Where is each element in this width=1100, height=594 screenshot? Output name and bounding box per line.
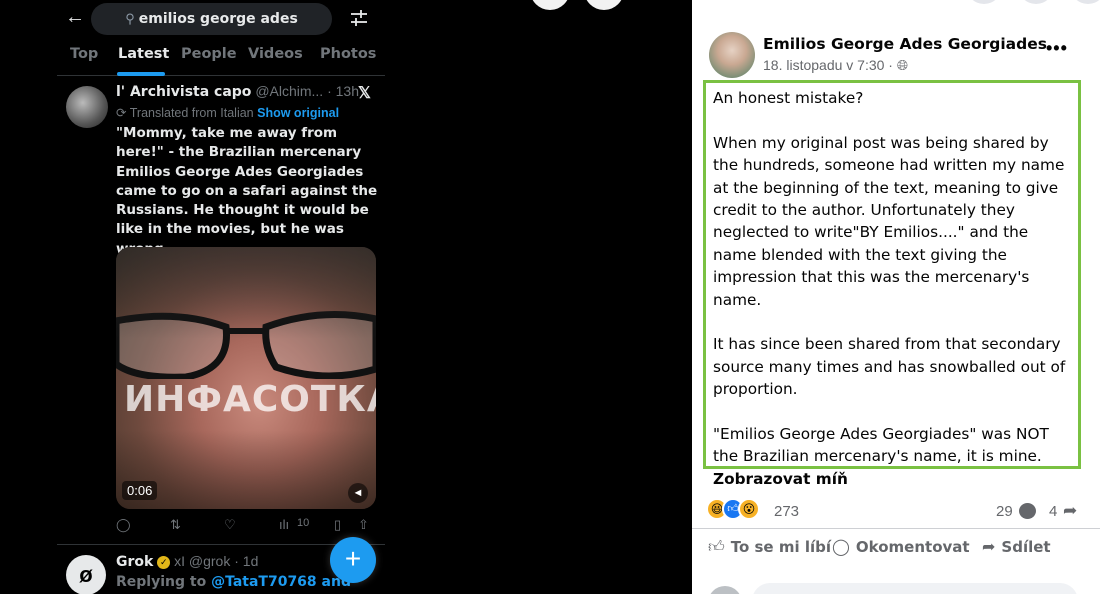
window-control[interactable] bbox=[966, 0, 1002, 4]
wow-reaction-icon: 😮︎ bbox=[738, 498, 760, 520]
search-input[interactable]: ⚲ emilios george ades bbox=[91, 3, 332, 35]
comments-count[interactable]: 29 bbox=[996, 503, 1013, 520]
reply-mention-link[interactable]: @TataT70768 and bbox=[211, 574, 351, 590]
tweet-text: "Mommy, take me away from here!" - the B… bbox=[116, 125, 378, 257]
thumbs-up-icon: 👍︎ bbox=[708, 537, 725, 556]
comment-label: Okomentovat bbox=[855, 538, 970, 556]
comment-composer bbox=[692, 574, 1100, 594]
grok-x-icon[interactable]: 𝕏 bbox=[358, 83, 371, 103]
like-icon[interactable]: ♡ bbox=[224, 517, 236, 533]
filter-sliders-icon[interactable] bbox=[349, 8, 369, 28]
post-paragraph: It has since been shared from that secon… bbox=[713, 335, 1066, 399]
x-topbar: ← ⚲ emilios george ades bbox=[57, 0, 385, 40]
retweet-icon[interactable]: ⇅ bbox=[170, 517, 181, 533]
back-arrow-icon[interactable]: ← bbox=[65, 6, 85, 29]
active-tab-indicator bbox=[117, 72, 165, 76]
share-icon[interactable]: ⇧ bbox=[358, 517, 369, 533]
grok-logo-icon: xI bbox=[174, 553, 185, 569]
avatar[interactable] bbox=[66, 86, 108, 128]
author-name[interactable]: Emilios George Ades Georgiades bbox=[763, 35, 1047, 53]
translated-label: Translated from Italian bbox=[129, 106, 254, 120]
post-timestamp[interactable]: 18. listopadu v 7:30 · bbox=[763, 57, 893, 73]
post-paragraph: An honest mistake? bbox=[713, 89, 864, 107]
comment-bubble-icon bbox=[1019, 503, 1036, 519]
more-options-icon[interactable]: ••• bbox=[1046, 38, 1068, 59]
bookmark-icon[interactable]: ▯ bbox=[334, 517, 341, 533]
share-icon: ➦ bbox=[982, 537, 996, 556]
comment-icon: ◯ bbox=[832, 537, 850, 556]
show-original-link[interactable]: Show original bbox=[257, 106, 339, 120]
share-arrow-icon: ➦ bbox=[1063, 501, 1078, 520]
globe-icon: 🌐︎ bbox=[896, 57, 909, 73]
post-action-bar: 👍︎ To se mi líbí ◯ Okomentovat ➦ Sdílet bbox=[692, 528, 1100, 568]
tweet-header: l' Archivista capo @Alchim... · 13h bbox=[116, 83, 381, 100]
reply-icon[interactable]: ◯ bbox=[116, 517, 131, 533]
comment-button[interactable]: ◯ Okomentovat bbox=[832, 537, 970, 556]
compose-button[interactable]: + bbox=[330, 537, 376, 583]
author-name[interactable]: l' Archivista capo bbox=[116, 84, 251, 100]
tab-top[interactable]: Top bbox=[70, 46, 98, 62]
search-tabs: Top Latest People Videos Photos bbox=[57, 44, 385, 76]
post-paragraph: "Emilios George Ades Georgiades" was NOT… bbox=[713, 425, 1049, 466]
post-paragraph: When my original post was being shared b… bbox=[713, 133, 1065, 309]
views-icon[interactable]: ılı bbox=[279, 517, 289, 532]
author-name[interactable]: Grok bbox=[116, 554, 153, 570]
like-label: To se mi líbí bbox=[730, 538, 831, 556]
tweet-header: Grok ✓ xI @grok · 1d bbox=[116, 553, 258, 570]
post-text-highlight: An honest mistake? When my original post… bbox=[703, 80, 1081, 488]
window-control[interactable] bbox=[1070, 0, 1100, 4]
video-duration: 0:06 bbox=[122, 481, 158, 500]
video-watermark: ИНФАСОТКА bbox=[124, 379, 376, 420]
window-control[interactable] bbox=[584, 0, 624, 10]
reply-prefix: Replying to bbox=[116, 574, 207, 590]
comment-input[interactable] bbox=[752, 583, 1078, 594]
share-button[interactable]: ➦ Sdílet bbox=[982, 537, 1051, 556]
tweet-time: · 1d bbox=[234, 553, 259, 569]
window-control[interactable] bbox=[1018, 0, 1054, 4]
grok-avatar[interactable]: ø bbox=[66, 555, 106, 594]
post-date[interactable]: 18. listopadu v 7:30 · 🌐︎ bbox=[763, 57, 908, 74]
tweet-actions: ◯ ⇅ ♡ ılı 10 ▯ ⇧ bbox=[116, 517, 384, 535]
like-button[interactable]: 👍︎ To se mi líbí bbox=[708, 537, 831, 557]
current-user-avatar[interactable] bbox=[708, 586, 742, 594]
shares-count[interactable]: 4 bbox=[1049, 503, 1057, 520]
views-count: 10 bbox=[297, 517, 310, 529]
tab-videos[interactable]: Videos bbox=[248, 46, 303, 62]
translate-icon: ⟳ bbox=[116, 106, 127, 120]
reactions-count[interactable]: 273 bbox=[774, 503, 799, 520]
window-control[interactable] bbox=[530, 0, 570, 10]
search-icon: ⚲ bbox=[125, 11, 135, 26]
author-handle: @grok bbox=[188, 553, 231, 569]
video-shade bbox=[116, 247, 376, 509]
tab-latest[interactable]: Latest bbox=[118, 46, 169, 62]
tweet-video[interactable]: ИНФАСОТКА 0:06 ◄ bbox=[116, 247, 376, 509]
tweet-time: · 13h bbox=[327, 83, 360, 99]
author-handle: @Alchim... bbox=[255, 83, 324, 99]
post-text: An honest mistake? When my original post… bbox=[713, 87, 1075, 490]
share-label: Sdílet bbox=[1001, 538, 1051, 556]
x-search-results-pane: ← ⚲ emilios george ades Top Latest Peopl… bbox=[57, 0, 385, 594]
translation-notice: ⟳ Translated from Italian Show original bbox=[116, 105, 339, 120]
see-less-link[interactable]: Zobrazovat míň bbox=[713, 468, 1075, 490]
tab-people[interactable]: People bbox=[181, 46, 237, 62]
facebook-post-pane: Emilios George Ades Georgiades 18. listo… bbox=[692, 0, 1100, 594]
mute-icon[interactable]: ◄ bbox=[348, 483, 368, 503]
reply-context: Replying to @TataT70768 and bbox=[116, 574, 351, 590]
author-avatar[interactable] bbox=[709, 32, 755, 78]
verified-badge-icon: ✓ bbox=[157, 556, 171, 569]
search-query: emilios george ades bbox=[138, 11, 298, 27]
tab-photos[interactable]: Photos bbox=[320, 46, 376, 62]
